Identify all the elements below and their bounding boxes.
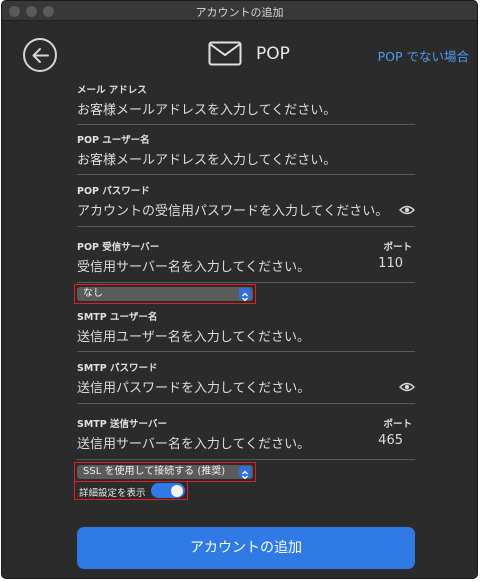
pop-password-field[interactable]: POP パスワード アカウントの受信用パスワードを入力してください。 bbox=[77, 183, 415, 227]
smtp-password-input[interactable]: 送信用パスワードを入力してください。 bbox=[77, 377, 310, 396]
pop-security-dropdown[interactable]: なし bbox=[77, 287, 253, 302]
smtp-server-field[interactable]: SMTP 送信サーバー 送信用サーバー名を入力してください。 ポート 465 bbox=[77, 416, 415, 460]
advanced-settings-label: 詳細設定を表示 bbox=[79, 488, 146, 499]
smtp-password-field[interactable]: SMTP パスワード 送信用パスワードを入力してください。 bbox=[77, 360, 415, 404]
pop-port-input[interactable]: 110 bbox=[378, 256, 403, 271]
pop-password-label: POP パスワード bbox=[77, 186, 150, 197]
chevron-updown-icon bbox=[239, 466, 251, 480]
toggle-knob bbox=[171, 484, 183, 497]
smtp-port-input[interactable]: 465 bbox=[378, 433, 403, 448]
pop-username-field[interactable]: POP ユーザー名 お客様メールアドレスを入力してください。 bbox=[77, 132, 415, 175]
add-account-window: アカウントの追加 POP POP でない場合 メール アドレス お客様メールアド… bbox=[1, 0, 478, 579]
pop-password-input[interactable]: アカウントの受信用パスワードを入力してください。 bbox=[77, 200, 388, 219]
pop-username-label: POP ユーザー名 bbox=[77, 135, 150, 146]
pop-security-select[interactable]: なし bbox=[74, 284, 256, 304]
add-account-button[interactable]: アカウントの追加 bbox=[77, 527, 415, 569]
chevron-updown-icon bbox=[239, 288, 251, 302]
window-title: アカウントの追加 bbox=[195, 6, 284, 19]
email-field[interactable]: メール アドレス お客様メールアドレスを入力してください。 bbox=[77, 82, 415, 125]
smtp-username-label: SMTP ユーザー名 bbox=[77, 312, 158, 323]
pop-server-input[interactable]: 受信用サーバー名を入力してください。 bbox=[77, 256, 310, 275]
pop-security-value: なし bbox=[83, 288, 103, 299]
advanced-settings-row: 詳細設定を表示 bbox=[74, 481, 188, 500]
back-button[interactable] bbox=[23, 38, 57, 72]
email-input[interactable]: お客様メールアドレスを入力してください。 bbox=[77, 99, 336, 118]
smtp-security-select[interactable]: SSL を使用して接続する (推奨) bbox=[74, 462, 256, 482]
account-form: POP POP でない場合 メール アドレス お客様メールアドレスを入力してくだ… bbox=[2, 22, 477, 578]
pop-server-label: POP 受信サーバー bbox=[77, 242, 160, 253]
pop-username-input[interactable]: お客様メールアドレスを入力してください。 bbox=[77, 149, 336, 168]
show-password-icon[interactable] bbox=[399, 382, 415, 392]
arrow-left-icon bbox=[32, 48, 49, 63]
pop-port-label: ポート bbox=[383, 242, 412, 253]
smtp-username-input[interactable]: 送信用ユーザー名を入力してください。 bbox=[77, 326, 310, 345]
smtp-username-field[interactable]: SMTP ユーザー名 送信用ユーザー名を入力してください。 bbox=[77, 309, 415, 352]
title-bar: アカウントの追加 bbox=[2, 1, 477, 21]
smtp-security-value: SSL を使用して接続する (推奨) bbox=[83, 466, 226, 477]
smtp-port-label: ポート bbox=[383, 419, 412, 430]
smtp-security-dropdown[interactable]: SSL を使用して接続する (推奨) bbox=[77, 465, 253, 480]
advanced-settings-toggle[interactable] bbox=[151, 483, 185, 498]
pop-server-field[interactable]: POP 受信サーバー 受信用サーバー名を入力してください。 ポート 110 bbox=[77, 239, 415, 283]
page-title: POP bbox=[256, 44, 290, 64]
smtp-server-label: SMTP 送信サーバー bbox=[77, 419, 167, 430]
smtp-server-input[interactable]: 送信用サーバー名を入力してください。 bbox=[77, 433, 310, 452]
show-password-icon[interactable] bbox=[399, 205, 415, 215]
envelope-icon bbox=[208, 41, 242, 66]
not-pop-link[interactable]: POP でない場合 bbox=[378, 46, 469, 65]
smtp-password-label: SMTP パスワード bbox=[77, 363, 158, 374]
email-label: メール アドレス bbox=[77, 85, 147, 96]
